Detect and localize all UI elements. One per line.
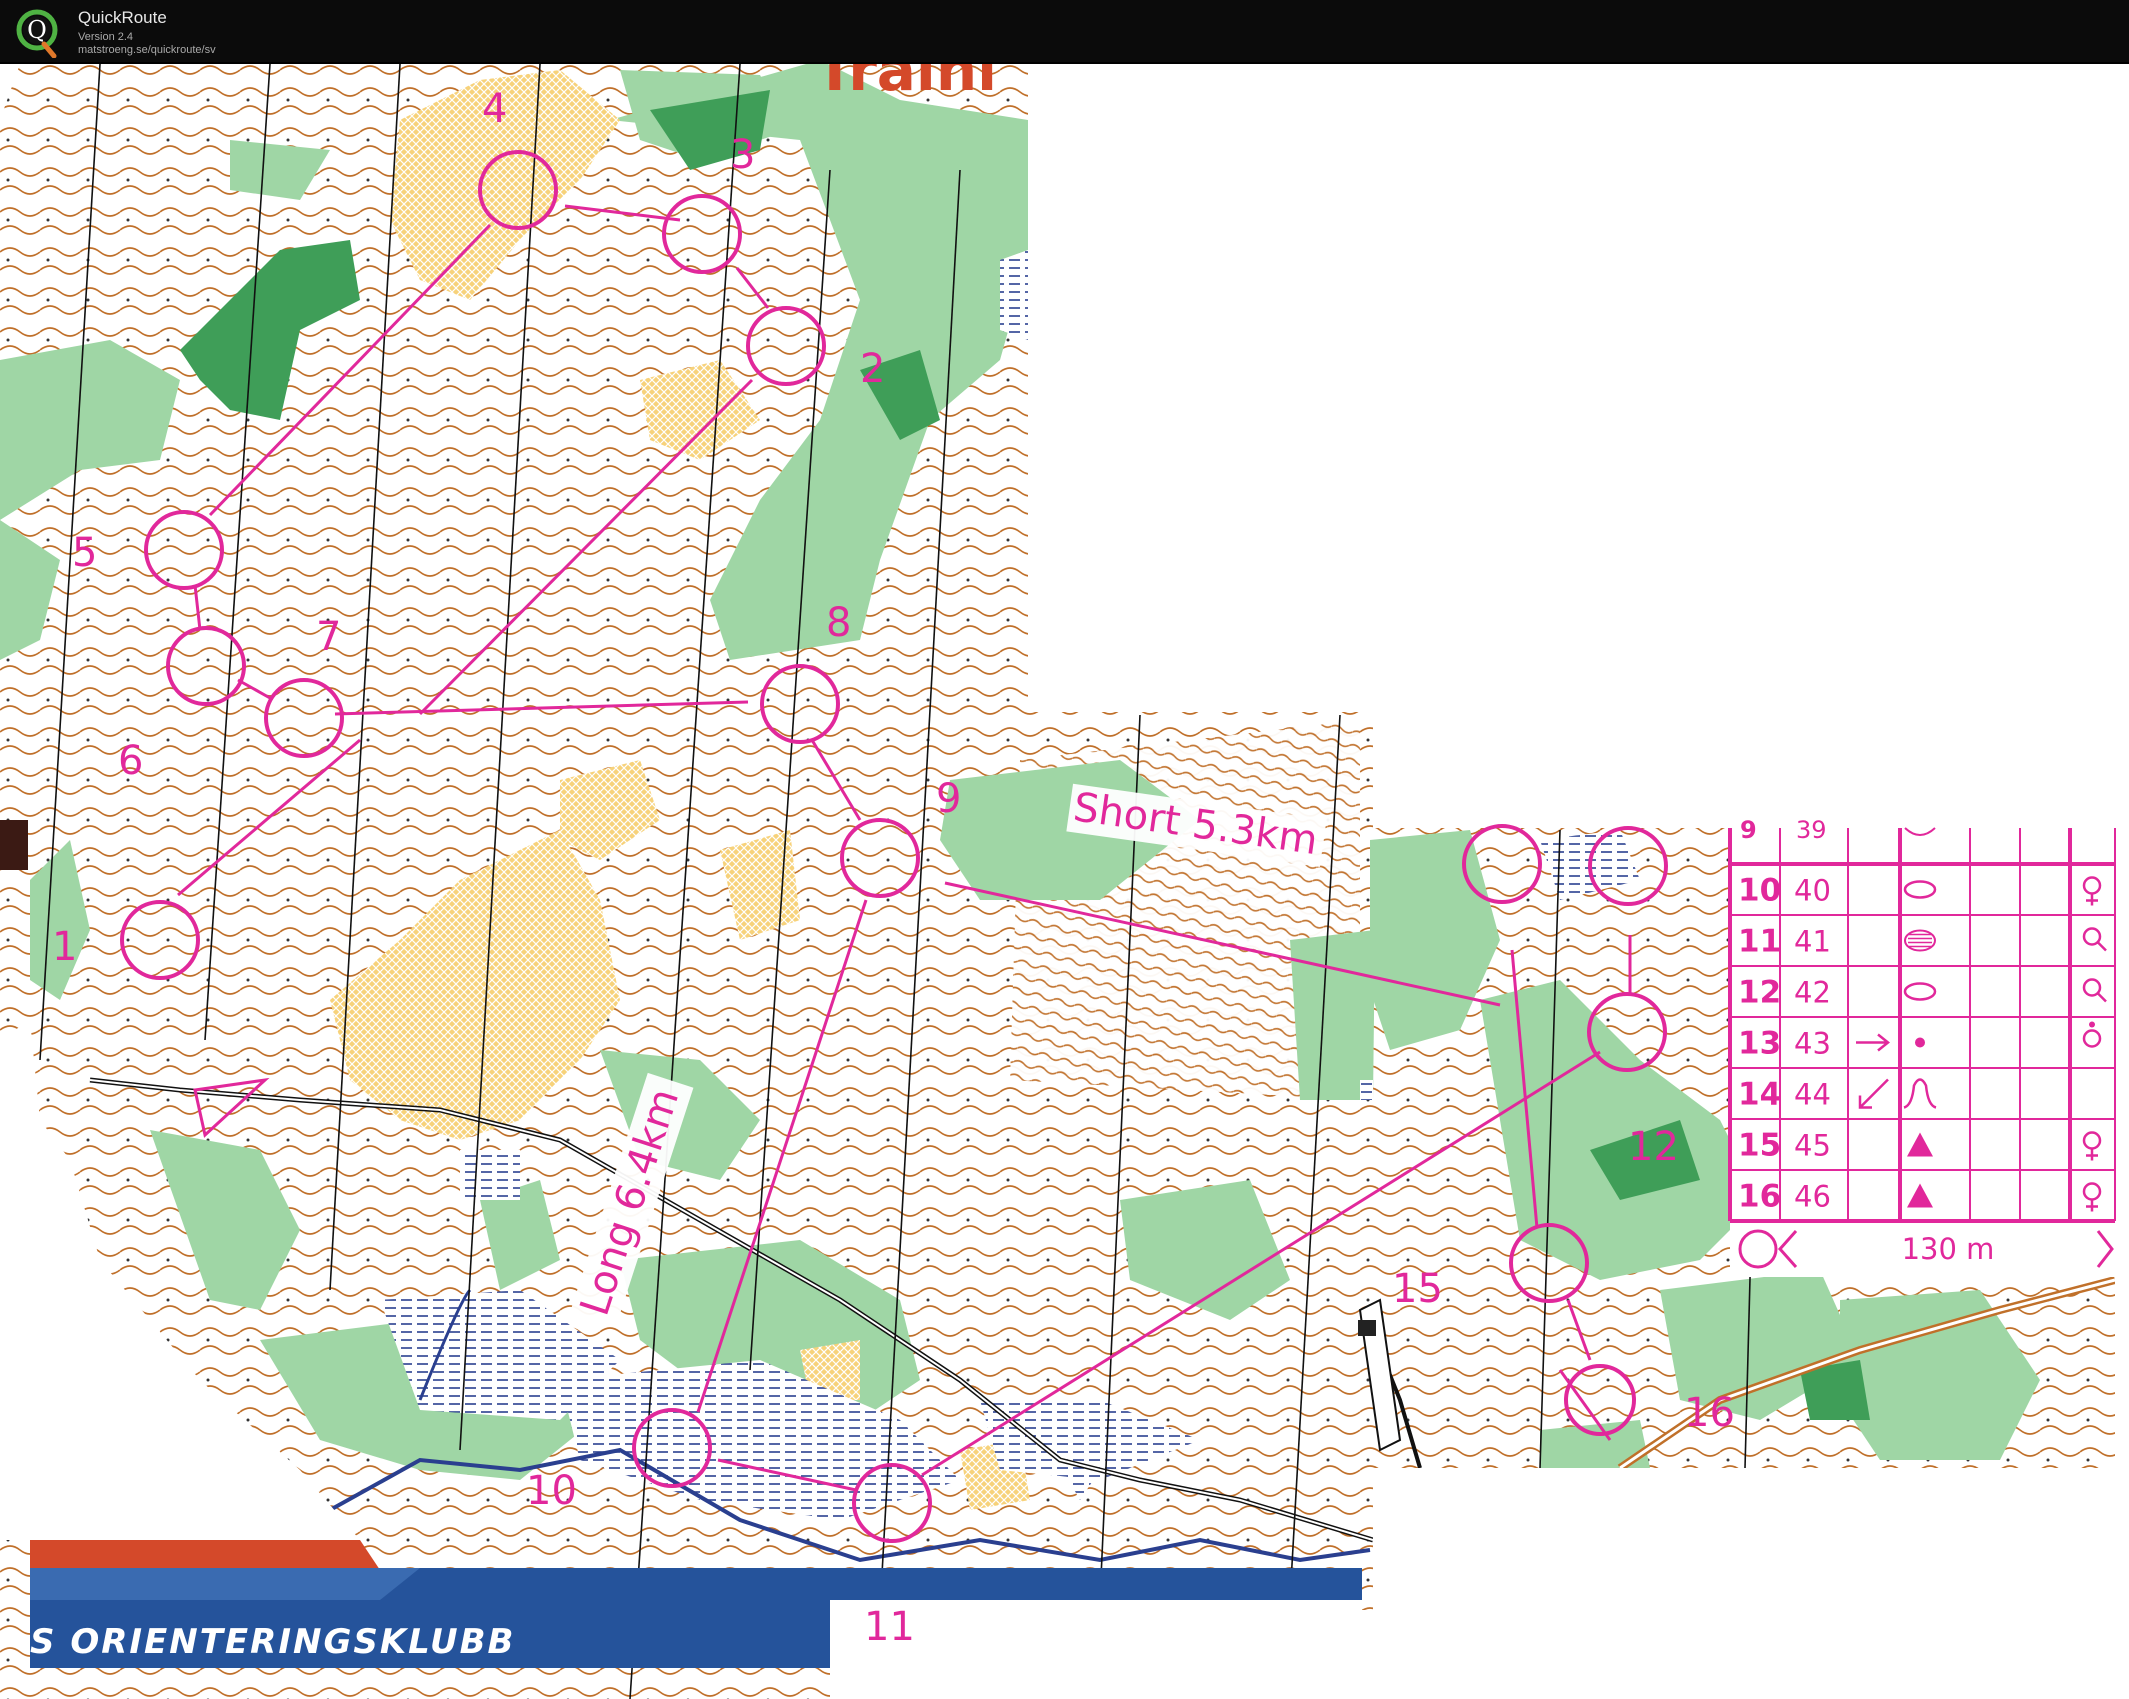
legend-row-number: 11: [1738, 924, 1781, 960]
control-number-7: 7: [316, 614, 341, 660]
legend-row-code: 42: [1794, 976, 1831, 1010]
dot-icon: [1915, 1037, 1925, 1048]
control-number-11: 11: [864, 1604, 915, 1650]
quickroute-q-logo: Q: [16, 9, 58, 58]
control-number-15: 15: [1392, 1266, 1443, 1312]
control-number-16: 16: [1684, 1390, 1735, 1436]
legend-row-number: 10: [1738, 873, 1781, 909]
control-number-2: 2: [860, 346, 885, 392]
legend-row-number: 12: [1738, 975, 1781, 1011]
finish-distance: 130 m: [1902, 1232, 1995, 1266]
control-number-5: 5: [72, 530, 97, 576]
app-name: QuickRoute: [78, 8, 167, 27]
legend-row-number: 16: [1738, 1179, 1781, 1215]
legend-partial-number: 9: [1740, 816, 1757, 844]
control-number-8: 8: [826, 600, 851, 646]
legend-row-code: 45: [1794, 1129, 1831, 1163]
app-url: matstroeng.se/quickroute/sv: [78, 44, 216, 56]
legend-row-code: 43: [1794, 1027, 1831, 1061]
control-number-4: 4: [482, 86, 507, 132]
legend-row-code: 46: [1794, 1180, 1831, 1214]
map-title-fragment: Traini: [815, 64, 997, 104]
map-viewport[interactable]: Traini S ORIENTERINGSKLUBB 1 2 3 4 5 6 7…: [0, 64, 2129, 1699]
svg-text:Q: Q: [27, 16, 47, 44]
control-number-6: 6: [118, 738, 143, 784]
control-number-1: 1: [52, 924, 77, 970]
control-number-10: 10: [526, 1468, 577, 1514]
club-banner-text: S ORIENTERINGSKLUBB: [30, 1622, 515, 1662]
legend-partial-code: 39: [1796, 816, 1827, 844]
legend-background: [1730, 828, 2115, 1277]
legend-row-number: 15: [1738, 1128, 1781, 1164]
orienteering-map[interactable]: Traini S ORIENTERINGSKLUBB 1 2 3 4 5 6 7…: [0, 64, 2129, 1699]
control-description-sheet: 9 39 10 40 11 41 12 42 13 43 14 44 15 45 16 46 130 m: [1728, 816, 2116, 1277]
control-number-3: 3: [730, 132, 755, 178]
app-version: Version 2.4: [78, 31, 134, 43]
title-bar: Q QuickRoute Version 2.4 matstroeng.se/q…: [0, 0, 2129, 64]
legend-row-number: 14: [1738, 1077, 1781, 1113]
legend-row-code: 40: [1794, 874, 1831, 908]
legend-row-code: 44: [1794, 1078, 1831, 1112]
control-number-9: 9: [936, 776, 961, 822]
control-number-12: 12: [1628, 1124, 1679, 1170]
legend-row-number: 13: [1738, 1026, 1781, 1062]
legend-row-code: 41: [1794, 925, 1831, 959]
